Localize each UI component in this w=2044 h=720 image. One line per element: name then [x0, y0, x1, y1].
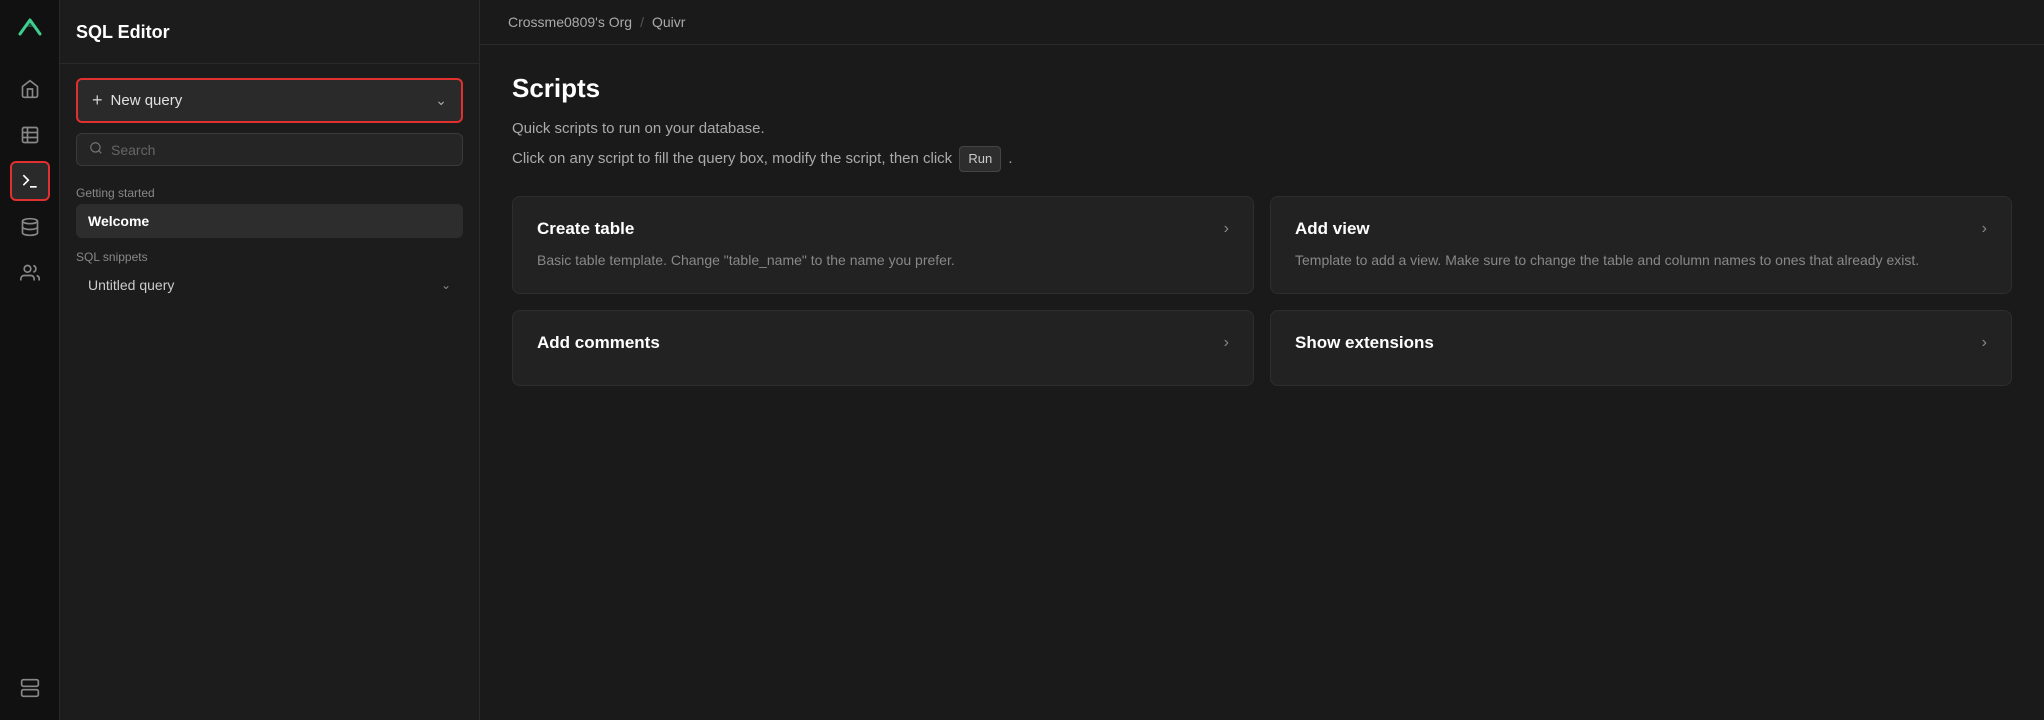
add-comments-arrow-icon: ›	[1224, 334, 1229, 352]
scripts-desc-prefix: Click on any script to fill the query bo…	[512, 150, 952, 167]
nav-users-icon[interactable]	[10, 253, 50, 293]
sql-snippets-section: SQL snippets Untitled query ⌄	[60, 242, 479, 306]
sql-editor-title: SQL Editor	[76, 10, 463, 53]
new-query-button[interactable]: + New query ⌄	[76, 78, 463, 123]
new-query-container: + New query ⌄	[60, 64, 479, 133]
nav-table-icon[interactable]	[10, 115, 50, 155]
nav-storage-icon[interactable]	[10, 668, 50, 708]
show-extensions-title: Show extensions	[1295, 333, 1434, 353]
main-content: Crossme0809's Org / Quivr Scripts Quick …	[480, 0, 2044, 720]
scripts-section: Scripts Quick scripts to run on your dat…	[480, 45, 2044, 414]
app-logo[interactable]	[15, 12, 45, 47]
search-icon	[89, 141, 103, 158]
scripts-title: Scripts	[512, 73, 2012, 104]
script-card-create-table[interactable]: Create table › Basic table template. Cha…	[512, 196, 1254, 294]
scripts-desc-line1: Quick scripts to run on your database.	[512, 116, 2012, 142]
getting-started-label: Getting started	[76, 186, 463, 200]
search-wrapper	[76, 133, 463, 166]
search-input[interactable]	[111, 142, 450, 158]
nav-item-welcome[interactable]: Welcome	[76, 204, 463, 238]
add-comments-title: Add comments	[537, 333, 660, 353]
script-card-add-comments[interactable]: Add comments ›	[512, 310, 1254, 386]
nav-item-untitled-query[interactable]: Untitled query ⌄	[76, 268, 463, 302]
scripts-desc-line2: Click on any script to fill the query bo…	[512, 146, 2012, 172]
scripts-desc-suffix: .	[1008, 150, 1012, 167]
new-query-label: New query	[111, 92, 183, 109]
create-table-arrow-icon: ›	[1224, 220, 1229, 238]
run-badge: Run	[959, 146, 1001, 172]
breadcrumb: Crossme0809's Org / Quivr	[480, 0, 2044, 45]
welcome-label: Welcome	[88, 213, 149, 229]
search-container	[60, 133, 479, 178]
sql-snippets-label: SQL snippets	[76, 250, 463, 264]
left-panel: SQL Editor + New query ⌄ Getting started	[60, 0, 480, 720]
script-card-add-view[interactable]: Add view › Template to add a view. Make …	[1270, 196, 2012, 294]
add-view-arrow-icon: ›	[1982, 220, 1987, 238]
nav-database-icon[interactable]	[10, 207, 50, 247]
icon-sidebar	[0, 0, 60, 720]
chevron-down-icon: ⌄	[435, 92, 447, 109]
add-view-desc: Template to add a view. Make sure to cha…	[1295, 249, 1987, 271]
create-table-desc: Basic table template. Change "table_name…	[537, 249, 1229, 271]
script-card-show-extensions[interactable]: Show extensions ›	[1270, 310, 2012, 386]
untitled-query-label: Untitled query	[88, 277, 174, 293]
breadcrumb-separator: /	[640, 14, 644, 30]
nav-home-icon[interactable]	[10, 69, 50, 109]
show-extensions-arrow-icon: ›	[1982, 334, 1987, 352]
create-table-title: Create table	[537, 219, 634, 239]
breadcrumb-org[interactable]: Crossme0809's Org	[508, 14, 632, 30]
left-panel-header: SQL Editor	[60, 0, 479, 64]
chevron-down-icon: ⌄	[441, 278, 451, 292]
add-view-title: Add view	[1295, 219, 1370, 239]
plus-icon: +	[92, 90, 103, 111]
scripts-grid: Create table › Basic table template. Cha…	[512, 196, 2012, 386]
nav-sql-editor-icon[interactable]	[10, 161, 50, 201]
getting-started-section: Getting started Welcome	[60, 178, 479, 242]
breadcrumb-project[interactable]: Quivr	[652, 14, 685, 30]
